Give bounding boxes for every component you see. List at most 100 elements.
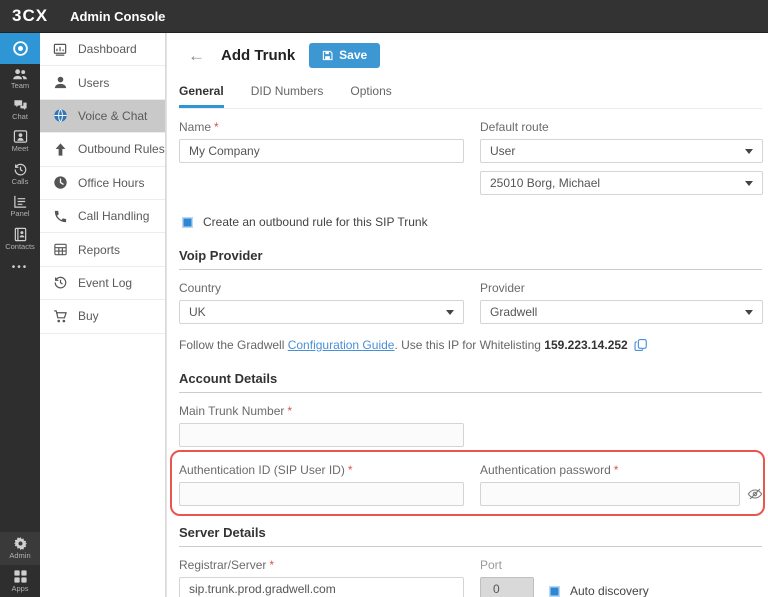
chevron-down-icon	[745, 148, 753, 154]
registrar-label: Registrar/Server *	[179, 558, 275, 572]
auto-discovery-row: Auto discovery	[549, 584, 649, 597]
sidebar-item-label: Call Handling	[78, 209, 150, 224]
sidebar-item-users[interactable]: Users	[40, 66, 165, 100]
rail-item-meet[interactable]: Meet	[0, 125, 40, 158]
auth-password-input[interactable]	[480, 482, 740, 506]
sidebar-item-buy[interactable]: Buy	[40, 300, 165, 334]
auth-id-input[interactable]	[179, 482, 464, 506]
chevron-down-icon	[446, 309, 454, 315]
auto-discovery-label: Auto discovery	[570, 584, 649, 597]
rail-spacer	[0, 281, 40, 532]
sidebar-item-call-handling[interactable]: Call Handling	[40, 200, 165, 234]
rail-label: Contacts	[5, 241, 35, 251]
3cx-logo: 3CX	[12, 6, 49, 25]
rail-label: Calls	[11, 176, 29, 186]
provider-select[interactable]: Gradwell	[480, 300, 763, 324]
page-title: Add Trunk	[221, 47, 296, 64]
rail-label: Panel	[10, 209, 30, 218]
rail-label: Meet	[11, 144, 29, 153]
main-trunk-input[interactable]	[179, 423, 464, 447]
back-arrow-icon[interactable]: ←	[188, 46, 205, 66]
outbound-rule-checkbox[interactable]	[182, 216, 193, 228]
contacts-icon	[13, 227, 28, 242]
rail-item-chat[interactable]: Chat	[0, 95, 40, 126]
configuration-guide-link[interactable]: Configuration Guide	[288, 338, 395, 352]
app-title: Admin Console	[70, 8, 166, 24]
outbound-rule-row: Create an outbound rule for this SIP Tru…	[182, 215, 762, 229]
table-icon	[53, 242, 68, 257]
name-input[interactable]	[179, 139, 464, 163]
whitelist-ip: 159.223.14.252	[544, 338, 628, 352]
rail-item-admin[interactable]: Admin	[0, 532, 40, 565]
sidebar-item-office-hours[interactable]: Office Hours	[40, 167, 165, 200]
history-icon	[53, 275, 68, 290]
gear-icon	[13, 536, 28, 551]
rail-label: Chat	[12, 111, 28, 121]
save-button[interactable]: Save	[309, 43, 381, 68]
rail-item-contacts[interactable]: Contacts	[0, 223, 40, 256]
cart-icon	[53, 309, 68, 324]
rail-item-team[interactable]: Team	[0, 64, 40, 95]
provider-label: Provider	[480, 281, 525, 295]
sidebar-item-event-log[interactable]: Event Log	[40, 267, 165, 301]
admin-console-window: 3CX Admin Console Team Chat Meet Calls P…	[0, 0, 768, 597]
more-icon[interactable]: •••	[0, 255, 40, 281]
sidebar-item-label: Dashboard	[78, 42, 137, 57]
tab-bar: General DID Numbers Options	[179, 84, 762, 109]
section-voip-provider: Voip Provider	[179, 248, 762, 270]
panel-icon	[13, 194, 28, 209]
chevron-down-icon	[745, 309, 753, 315]
sidebar-item-label: Office Hours	[78, 175, 145, 190]
rail-label: Admin	[9, 551, 31, 560]
main-trunk-field: Main Trunk Number *	[179, 404, 464, 447]
rail-item-calls[interactable]: Calls	[0, 158, 40, 191]
meet-icon	[13, 129, 28, 144]
icon-rail: Team Chat Meet Calls Panel Contacts ••• …	[0, 33, 40, 597]
guide-text: . Use this IP for Whitelisting	[394, 338, 545, 352]
country-select[interactable]: UK	[179, 300, 464, 324]
tab-options[interactable]: Options	[350, 84, 391, 108]
tab-general[interactable]: General	[179, 84, 224, 108]
form-row-server: Registrar/Server* Port Auto discovery	[179, 547, 762, 597]
section-account-details: Account Details	[179, 371, 762, 393]
call-history-icon	[13, 162, 28, 177]
save-disk-icon	[322, 50, 333, 61]
name-label: Name *	[179, 120, 219, 134]
main-trunk-label: Main Trunk Number *	[179, 404, 293, 418]
user-icon	[53, 75, 68, 90]
outbound-rule-label: Create an outbound rule for this SIP Tru…	[203, 215, 428, 229]
rail-item-home[interactable]	[0, 33, 40, 64]
sidebar-item-dashboard[interactable]: Dashboard	[40, 33, 165, 67]
tab-did-numbers[interactable]: DID Numbers	[251, 84, 324, 108]
whitelist-guide-line: Follow the Gradwell Configuration Guide.…	[179, 338, 762, 352]
chevron-down-icon	[745, 180, 753, 186]
country-label: Country	[179, 281, 222, 295]
sidebar-item-label: Users	[78, 75, 110, 90]
page-header: ← Add Trunk Save	[179, 42, 762, 69]
registrar-input[interactable]	[179, 577, 464, 597]
sidebar-item-label: Voice & Chat	[78, 108, 148, 123]
port-input[interactable]	[480, 577, 534, 597]
sidebar-item-voice-chat[interactable]: Voice & Chat	[40, 99, 165, 134]
rail-label: Team	[10, 81, 30, 90]
top-bar: 3CX Admin Console	[0, 0, 768, 33]
default-route-select[interactable]: User	[480, 139, 763, 163]
section-server-details: Server Details	[179, 525, 762, 547]
rail-item-panel[interactable]: Panel	[0, 190, 40, 223]
route-target-value: 25010 Borg, Michael	[490, 176, 601, 190]
form-row-country-provider: Country UK Provider Gradwell	[179, 270, 763, 324]
auto-discovery-checkbox[interactable]	[549, 585, 560, 597]
copy-icon[interactable]	[634, 338, 648, 352]
provider-value: Gradwell	[490, 305, 538, 319]
route-target-select[interactable]: 25010 Borg, Michael	[480, 171, 763, 195]
rail-item-apps[interactable]: Apps	[0, 565, 40, 597]
sidebar-item-outbound-rules[interactable]: Outbound Rules	[40, 133, 165, 167]
country-value: UK	[189, 305, 206, 319]
eye-slash-icon[interactable]	[747, 486, 763, 502]
required-asterisk: *	[287, 404, 293, 418]
save-button-label: Save	[339, 48, 368, 62]
sidebar-item-reports[interactable]: Reports	[40, 233, 165, 267]
auth-row: Authentication ID (SIP User ID) * Authent…	[170, 450, 765, 516]
auth-password-label: Authentication password *	[480, 463, 619, 477]
rail-label: Apps	[11, 583, 29, 593]
